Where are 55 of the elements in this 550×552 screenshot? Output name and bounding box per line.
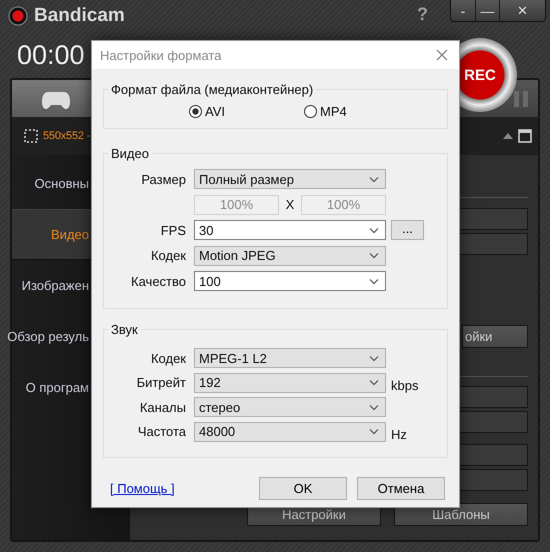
chevron-down-icon <box>369 428 379 435</box>
selection-rectangle-icon <box>24 129 38 143</box>
dropdown[interactable]: 30 <box>194 220 386 240</box>
app-title: Bandicam <box>34 5 125 27</box>
field-label: Битрейт <box>136 375 186 390</box>
window-icon <box>518 129 532 143</box>
field-label: Кодек <box>150 248 186 263</box>
chevron-down-icon <box>369 379 379 386</box>
chevron-down-icon <box>369 252 379 259</box>
field-label: Каналы <box>138 400 186 414</box>
radio-label: MP4 <box>320 104 347 118</box>
settings-button[interactable]: ойки <box>462 325 528 348</box>
field-label: Частота <box>136 424 186 439</box>
pause-icon <box>514 90 528 106</box>
mini-mode-button[interactable]: - <box>451 0 475 21</box>
radio-button[interactable] <box>189 104 202 118</box>
chevron-down-icon <box>369 278 379 284</box>
close-icon <box>436 49 448 61</box>
unit-label: Hz <box>391 426 408 442</box>
dropdown[interactable]: MPEG-1 L2 <box>194 348 386 368</box>
chevron-down-icon <box>369 404 379 410</box>
group-label: Звук <box>110 322 139 337</box>
unit-label: kbps <box>391 378 420 392</box>
dropdown[interactable]: 100 <box>194 271 386 291</box>
cancel-button[interactable]: Отмена <box>357 476 445 500</box>
radio-button[interactable] <box>304 104 317 118</box>
dropdown[interactable]: Motion JPEG <box>194 246 386 266</box>
minimize-button[interactable]: — <box>475 0 499 21</box>
chevron-down-icon <box>369 176 379 182</box>
close-button[interactable]: × <box>499 0 545 21</box>
radio-option[interactable]: MP4 <box>304 102 419 120</box>
group-label: Видео <box>110 146 150 161</box>
field-label: FPS <box>160 222 186 238</box>
dropdown[interactable]: Полный размер <box>194 169 386 189</box>
radio-label: AVI <box>205 104 225 118</box>
field-label: Качество <box>130 274 186 288</box>
dropdown[interactable]: 48000 <box>194 422 386 442</box>
chevron-down-icon <box>369 226 379 234</box>
more-button[interactable]: ... <box>391 220 424 240</box>
help-button[interactable]: ? <box>417 4 428 25</box>
chevron-down-icon <box>369 354 379 362</box>
triangle-up-icon <box>503 133 513 139</box>
times-sign: X <box>284 197 296 212</box>
dropdown[interactable]: стерео <box>194 397 386 417</box>
group-label: Формат файла (медиаконтейнер) <box>110 82 314 97</box>
dialog-title: Настройки формата <box>100 48 222 62</box>
timer-text: 00:00 <box>17 40 85 70</box>
help-link[interactable]: [ Помощь ] <box>110 480 175 496</box>
field-label: Кодек <box>150 350 186 366</box>
radio-option[interactable]: AVI <box>189 102 304 120</box>
ok-button[interactable]: OK <box>259 476 347 500</box>
target-size: 550x552 - <box>43 130 90 142</box>
record-dot-icon <box>8 6 28 26</box>
field-label: Размер <box>140 172 186 186</box>
dropdown[interactable]: 192 <box>194 372 386 392</box>
